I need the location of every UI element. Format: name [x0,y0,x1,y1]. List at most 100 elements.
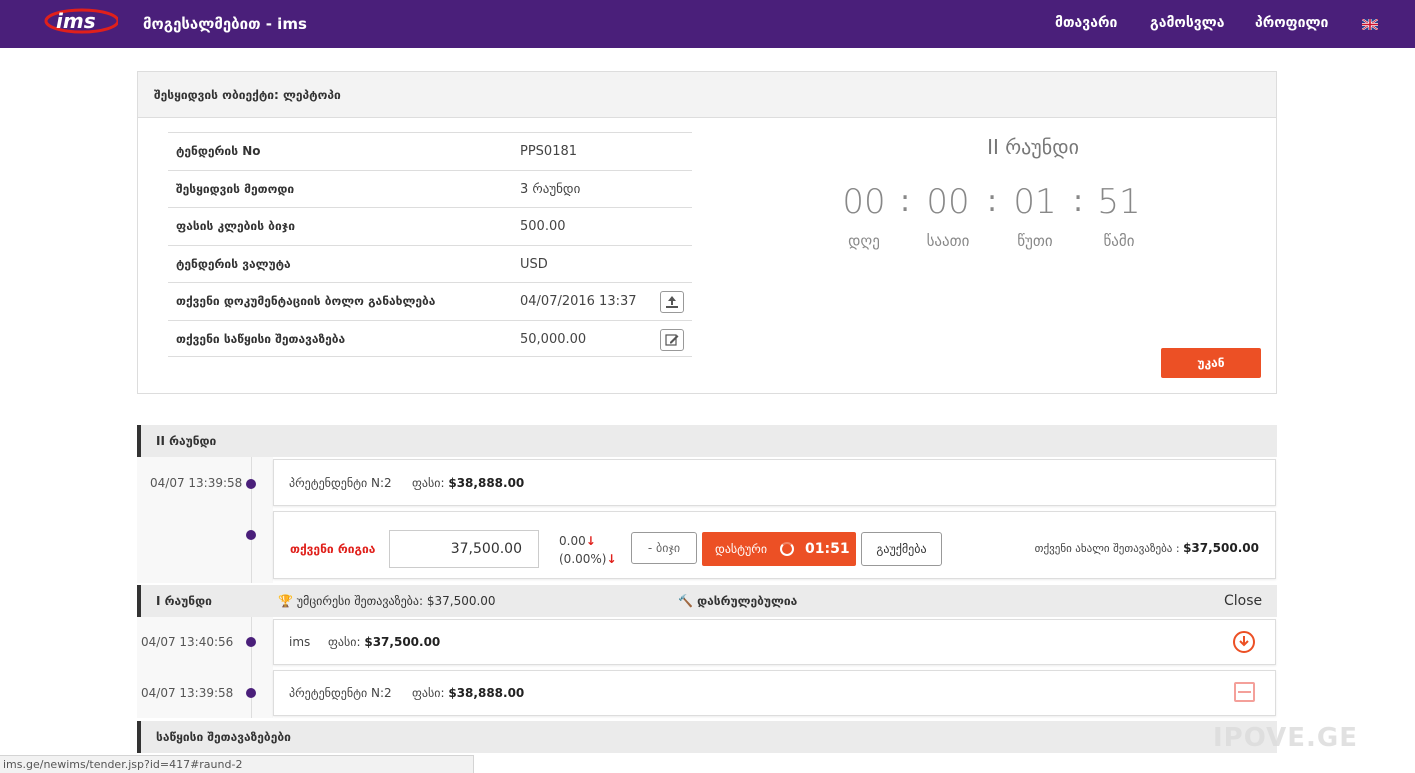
price-text: ფასი: $38,888.00 [412,476,524,490]
bid-delta: 0.00↓ (0.00%)↓ [559,532,617,568]
bid-entry-card: პრეტენდენტი N:2 ფასი: $38,888.00 [273,459,1276,506]
back-button[interactable]: უკან [1161,348,1261,378]
minus-square-icon[interactable] [1234,682,1255,702]
browser-status-url: ims.ge/newims/tender.jsp?id=417#raund-2 [0,755,474,773]
uk-flag-icon[interactable] [1362,19,1378,30]
nav-profile-link[interactable]: პროფილი [1255,15,1328,31]
participant-name: ims [289,635,311,649]
info-value: 3 რაუნდი [520,181,581,197]
upload-icon [666,296,678,308]
close-round-link[interactable]: Close [1224,593,1262,609]
round1-title: I რაუნდი [156,594,212,608]
info-label: ტენდერის No [176,144,261,158]
app-title: მოგესალმებით - ims [143,15,307,33]
lowest-offer-label: უმცირესი შეთავაზება: [296,594,424,608]
price-value: $38,888.00 [448,686,525,700]
trophy-icon: 🏆 [278,594,293,608]
info-value: 50,000.00 [520,331,587,347]
timeline-line [251,457,252,583]
timeline-line [251,617,252,718]
bid-amount-input[interactable] [389,530,539,568]
timer-minutes-label: წუთი [1017,232,1053,250]
timeline-dot [246,688,256,698]
timer-hours-label: საათი [926,232,970,250]
ims-logo[interactable]: ims [42,6,118,36]
timeline-dot [246,530,256,540]
round-status: 🔨 დასრულებულია [678,594,797,608]
info-value: 04/07/2016 13:37 [520,294,637,309]
timer-separator: : [1073,184,1084,219]
upload-doc-button[interactable] [660,291,684,313]
initial-offers-header[interactable]: საწყისი შეთავაზებები [137,721,1277,753]
nav-logout-link[interactable]: გამოსვლა [1150,15,1224,31]
bid-entry-card: პრეტენდენტი N:2 ფასი: $38,888.00 [273,670,1276,716]
entry-time: 04/07 13:39:58 [141,686,234,700]
price-label: ფასი: [328,635,361,649]
info-row-tender-no: ტენდერის No PPS0181 [168,132,692,170]
info-label: თქვენი საწყისი შეთავაზება [176,331,346,346]
timer-separator: : [987,184,998,219]
price-value: $37,500.00 [364,635,441,649]
bid-entry-card: ims ფასი: $37,500.00 [273,619,1276,665]
status-label: დასრულებულია [697,594,798,608]
tender-panel: შესყიდვის ობიექტი: ლეპტოპი ტენდერის No P… [137,71,1277,394]
new-offer-label: თქვენი ახალი შეთავაზება : [1034,542,1180,555]
round2-header[interactable]: II რაუნდი [137,425,1277,457]
participant-name: პრეტენდენტი N:2 [289,476,392,490]
info-label: თქვენი დოკუმენტაციის ბოლო განახლება [176,294,436,308]
logo-text: ims [56,9,96,33]
edit-icon [665,333,679,346]
round2-title: II რაუნდი [156,434,217,448]
spinner-icon [780,542,794,556]
bid-form-card: თქვენი რიგია 0.00↓ (0.00%)↓ - ბიჯი დასტუ… [273,511,1276,579]
tender-info-table: ტენდერის No PPS0181 შესყიდვის მეთოდი 3 რ… [168,132,692,357]
info-row-doc-update: თქვენი დოკუმენტაციის ბოლო განახლება 04/0… [168,282,692,320]
price-value: $38,888.00 [448,476,525,490]
timeline-dot [246,479,256,489]
panel-title: შესყიდვის ობიექტი: ლეპტოპი [154,88,341,102]
confirm-countdown: 01:51 [805,541,850,557]
entry-time: 04/07 13:39:58 [150,476,243,490]
timer-hours: 00 [926,182,970,222]
step-decrease-button[interactable]: - ბიჯი [631,532,697,564]
timer-days: 00 [842,182,886,222]
info-label: ფასის კლების ბიჯი [176,219,295,233]
timer-seconds-label: წამი [1103,232,1135,250]
gavel-icon: 🔨 [678,594,693,608]
timeline-dot [246,637,256,647]
initial-offers-title: საწყისი შეთავაზებები [156,730,291,744]
timer-days-label: დღე [848,232,880,250]
delta-value: 0.00 [559,534,586,548]
info-row-currency: ტენდერის ვალუტა USD [168,244,692,283]
timer-seconds: 51 [1097,182,1141,222]
arrow-down-icon: ↓ [585,534,596,548]
timeline-gutter [137,617,273,718]
download-circle-icon[interactable] [1233,631,1255,653]
lowest-offer-value: $37,500.00 [426,594,496,608]
info-row-initial-offer: თქვენი საწყისი შეთავაზება 50,000.00 [168,319,692,357]
your-turn-label: თქვენი რიგია [290,542,376,556]
cancel-button[interactable]: გაუქმება [861,532,942,566]
price-label: ფასი: [412,476,445,490]
confirm-label: დასტური [715,542,768,556]
info-label: ტენდერის ვალუტა [176,256,291,271]
info-value: 500.00 [520,219,566,234]
price-label: ფასი: [412,686,445,700]
watermark-text: IPOVE.GE [1213,723,1358,753]
info-row-step: ფასის კლების ბიჯი 500.00 [168,207,692,245]
entry-time: 04/07 13:40:56 [141,635,234,649]
participant-name: პრეტენდენტი N:2 [289,686,392,700]
price-text: ფასი: $38,888.00 [412,686,524,700]
delta-percent: (0.00%) [559,552,607,566]
lowest-offer: 🏆 უმცირესი შეთავაზება: $37,500.00 [278,594,496,608]
price-text: ფასი: $37,500.00 [328,635,440,649]
info-label: შესყიდვის მეთოდი [176,181,295,196]
edit-offer-button[interactable] [660,328,684,351]
current-round-title: II რაუნდი [987,135,1079,159]
top-navbar: ims მოგესალმებით - ims მთავარი გამოსვლა … [0,0,1415,48]
nav-home-link[interactable]: მთავარი [1055,15,1117,31]
arrow-down-icon: ↓ [606,552,617,566]
confirm-button[interactable]: დასტური 01:51 [702,532,856,566]
new-offer-value: $37,500.00 [1183,541,1259,555]
timer-minutes: 01 [1013,182,1057,222]
